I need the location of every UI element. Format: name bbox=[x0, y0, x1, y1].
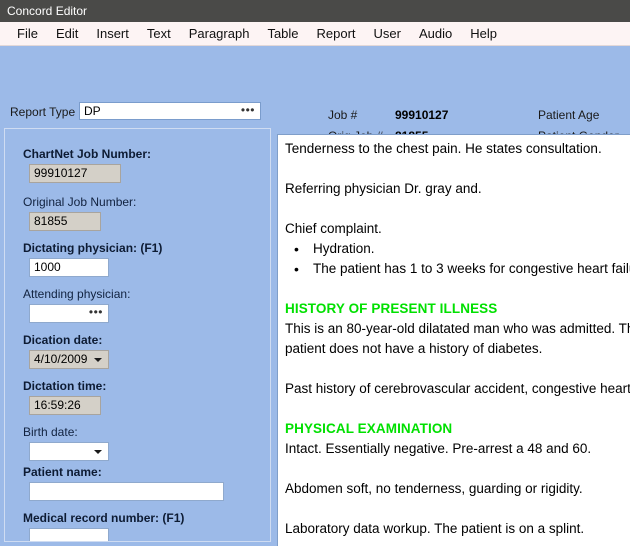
document-paragraph bbox=[285, 279, 630, 299]
sidebar-field-value: 1000 bbox=[34, 260, 61, 274]
document-paragraph: patient does not have a history of diabe… bbox=[285, 341, 543, 356]
menu-item-help[interactable]: Help bbox=[461, 22, 506, 45]
sidebar-field-input[interactable]: 4/10/2009 bbox=[29, 350, 109, 369]
document-section-heading: HISTORY OF PRESENT ILLNESS bbox=[285, 301, 498, 316]
menu-item-table[interactable]: Table bbox=[258, 22, 307, 45]
chevron-down-icon[interactable] bbox=[94, 450, 102, 454]
menu-item-insert[interactable]: Insert bbox=[87, 22, 138, 45]
sidebar-field-label: Attending physician: bbox=[23, 287, 131, 301]
sidebar-field-input[interactable] bbox=[29, 442, 109, 461]
document-bullet-list: Hydration.The patient has 1 to 3 weeks f… bbox=[285, 239, 630, 279]
sidebar-field-value: 81855 bbox=[34, 214, 68, 228]
sidebar-field-label: Dication date: bbox=[23, 333, 103, 347]
sidebar-field-input[interactable]: 16:59:26 bbox=[29, 396, 101, 415]
sidebar-field: Attending physician: ••• bbox=[23, 287, 130, 323]
sidebar-field: Dictation time: 16:59:26 bbox=[23, 379, 106, 415]
job-number-label: Job # bbox=[328, 108, 358, 122]
document-paragraph bbox=[285, 499, 630, 519]
menu-item-edit[interactable]: Edit bbox=[47, 22, 87, 45]
sidebar-field: Birth date: bbox=[23, 425, 109, 461]
menu-item-text[interactable]: Text bbox=[138, 22, 180, 45]
sidebar-field-input[interactable]: ••• bbox=[29, 304, 109, 323]
application-window: Concord Editor File Edit Insert Text Paragra… bbox=[0, 0, 630, 546]
report-type-value: DP bbox=[84, 104, 101, 118]
document-paragraph: This is an 80-year-old dilatated man who… bbox=[285, 321, 630, 336]
sidebar-field: Patient name: bbox=[23, 465, 224, 501]
sidebar-field-value: 99910127 bbox=[34, 166, 88, 180]
document-paragraph: Referring physician Dr. gray and. bbox=[285, 181, 482, 196]
document-paragraph: Chief complaint. bbox=[285, 221, 382, 236]
document-body[interactable]: Tenderness to the chest pain. He states … bbox=[285, 139, 630, 546]
patient-info-sidebar: ChartNet Job Number: 99910127 Original Job… bbox=[4, 128, 271, 542]
sidebar-field-input[interactable]: 99910127 bbox=[29, 164, 121, 183]
menu-item-paragraph[interactable]: Paragraph bbox=[180, 22, 259, 45]
sidebar-field-label: ChartNet Job Number: bbox=[23, 147, 152, 161]
sidebar-field: ChartNet Job Number: 99910127 bbox=[23, 147, 151, 183]
window-title: Concord Editor bbox=[7, 4, 88, 18]
sidebar-field-label: Birth date: bbox=[23, 425, 78, 439]
sidebar-field-input[interactable]: 81855 bbox=[29, 212, 101, 231]
document-paragraph bbox=[285, 539, 630, 546]
document-paragraph bbox=[285, 359, 630, 379]
sidebar-field-value: 4/10/2009 bbox=[34, 352, 88, 366]
job-number-value: 99910127 bbox=[395, 108, 449, 122]
document-paragraph: Past history of cerebrovascular accident… bbox=[285, 381, 630, 396]
menu-item-report[interactable]: Report bbox=[308, 22, 365, 45]
menu-bar: File Edit Insert Text Paragraph Table Report Us… bbox=[0, 22, 630, 46]
sidebar-field: Dication date: 4/10/2009 bbox=[23, 333, 109, 369]
sidebar-field-label: Original Job Number: bbox=[23, 195, 137, 209]
sidebar-field-input[interactable]: 1000Test Concord, MD bbox=[29, 258, 109, 277]
document-paragraph: Abdomen soft, no tenderness, guarding or… bbox=[285, 481, 583, 496]
menu-item-user[interactable]: User bbox=[365, 22, 410, 45]
patient-age-label: Patient Age bbox=[538, 108, 600, 122]
document-paragraph: Laboratory data workup. The patient is o… bbox=[285, 521, 585, 536]
report-header-band: Report Type DP ••• DICTATION PLACEHOLDER… bbox=[0, 46, 630, 165]
document-editor[interactable]: Tenderness to the chest pain. He states … bbox=[277, 134, 630, 546]
document-paragraph bbox=[285, 159, 630, 179]
menu-item-file[interactable]: File bbox=[8, 22, 47, 45]
sidebar-field-input[interactable] bbox=[29, 482, 224, 501]
report-type-input[interactable]: DP ••• bbox=[79, 102, 261, 120]
report-type-label: Report Type bbox=[10, 105, 76, 119]
sidebar-field-input[interactable] bbox=[29, 528, 109, 541]
menu-item-audio[interactable]: Audio bbox=[410, 22, 461, 45]
sidebar-field-label: Dictating physician: (F1) bbox=[23, 241, 163, 255]
ellipsis-icon[interactable]: ••• bbox=[241, 103, 255, 118]
document-paragraph bbox=[285, 459, 630, 479]
sidebar-field-label: Dictation time: bbox=[23, 379, 107, 393]
window-title-bar: Concord Editor bbox=[0, 0, 630, 22]
sidebar-field-label: Patient name: bbox=[23, 465, 102, 479]
sidebar-field: Medical record number: (F1) bbox=[23, 511, 185, 541]
document-bullet-item: The patient has 1 to 3 weeks for congest… bbox=[294, 259, 630, 279]
ellipsis-icon[interactable]: ••• bbox=[89, 305, 103, 321]
sidebar-field: Dictating physician: (F1) 1000Test Concor… bbox=[23, 241, 162, 277]
document-section-heading: PHYSICAL EXAMINATION bbox=[285, 421, 453, 436]
document-paragraph bbox=[285, 399, 630, 419]
document-paragraph: Tenderness to the chest pain. He states … bbox=[285, 141, 602, 156]
document-paragraph bbox=[285, 199, 630, 219]
sidebar-field-value: 16:59:26 bbox=[34, 398, 81, 412]
document-paragraph: Intact. Essentially negative. Pre-arrest… bbox=[285, 441, 592, 456]
sidebar-field-label: Medical record number: (F1) bbox=[23, 511, 185, 525]
sidebar-field: Original Job Number: 81855 bbox=[23, 195, 136, 231]
document-bullet-item: Hydration. bbox=[294, 239, 630, 259]
chevron-down-icon[interactable] bbox=[94, 358, 102, 362]
